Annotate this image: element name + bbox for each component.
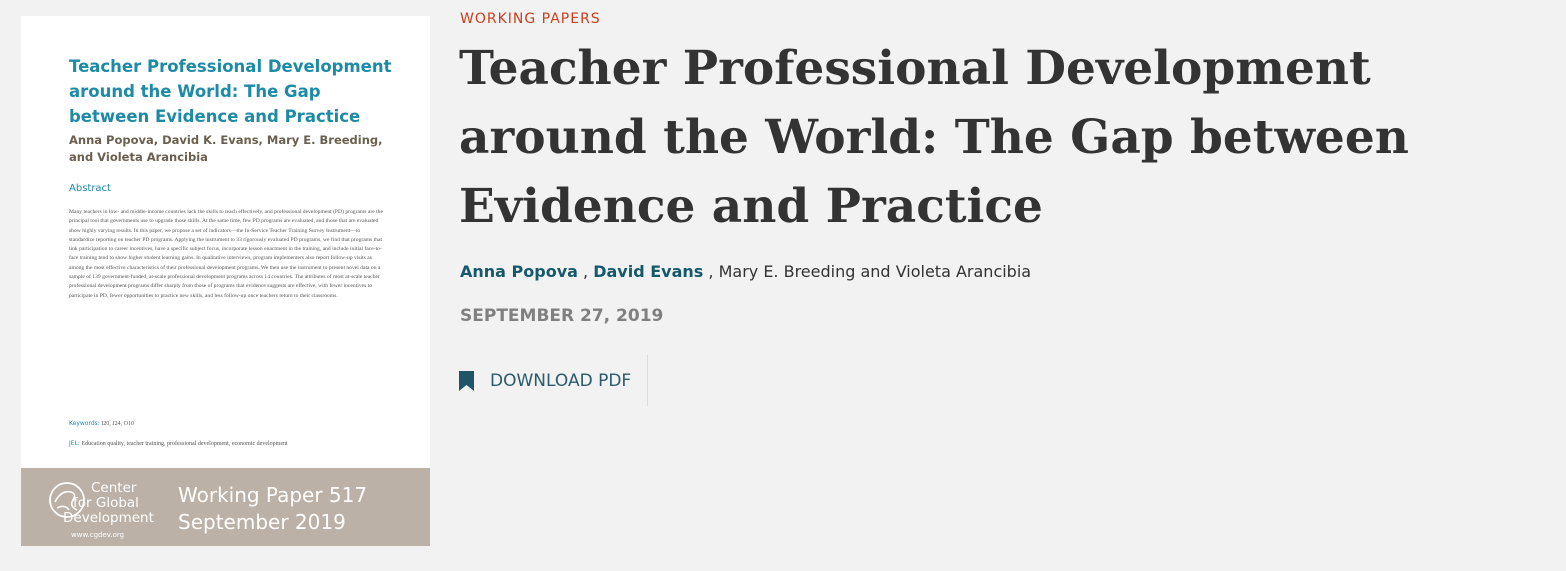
paper-cover-thumbnail[interactable]: Teacher Professional Development around … (21, 16, 430, 546)
page-title: Teacher Professional Development around … (459, 41, 1409, 234)
author-name-arancibia: Violeta Arancibia (895, 262, 1032, 281)
author-link-evans[interactable]: David Evans (593, 262, 703, 281)
cover-jel-label: JEL: (69, 440, 80, 447)
cover-footer: Center for Global Development www.cgdev.… (21, 468, 430, 546)
download-pdf-label: DOWNLOAD PDF (490, 370, 632, 391)
author-link-popova[interactable]: Anna Popova (460, 262, 578, 281)
category-label[interactable]: WORKING PAPERS (460, 11, 601, 27)
cover-jel: JEL: Education quality, teacher training… (69, 440, 288, 447)
cgd-org-line2: for Global (73, 495, 139, 511)
author-separator: , (708, 262, 714, 281)
cover-keywords: Keywords: I20, J24, O10 (69, 420, 134, 427)
author-name-breeding: Mary E. Breeding (718, 262, 856, 281)
cgd-org-name: Center for Global Development (63, 481, 154, 526)
author-list: Anna Popova , David Evans , Mary E. Bree… (460, 262, 1031, 281)
author-and: and (860, 262, 891, 281)
cgd-url: www.cgdev.org (71, 531, 125, 539)
cover-keywords-value: I20, J24, O10 (101, 421, 134, 427)
cover-wp-date: September 2019 (178, 510, 346, 534)
cover-working-paper: Working Paper 517 September 2019 (178, 482, 367, 536)
cover-title: Teacher Professional Development around … (69, 57, 392, 126)
cover-wp-number: Working Paper 517 (178, 483, 368, 507)
bookmark-icon (459, 370, 474, 391)
cgd-org-line1: Center (91, 480, 137, 496)
cover-jel-value: Education quality, teacher training, pro… (81, 441, 288, 447)
download-pdf-button[interactable]: DOWNLOAD PDF (459, 355, 649, 406)
cover-keywords-label: Keywords: (69, 420, 100, 427)
cover-abstract-heading: Abstract (69, 183, 111, 194)
cover-abstract: Many teachers in low- and middle-income … (69, 209, 383, 299)
author-separator: , (583, 262, 589, 281)
publication-date: SEPTEMBER 27, 2019 (460, 306, 664, 326)
cover-authors: Anna Popova, David K. Evans, Mary E. Bre… (69, 133, 383, 164)
cgd-org-line3: Development (63, 510, 154, 526)
